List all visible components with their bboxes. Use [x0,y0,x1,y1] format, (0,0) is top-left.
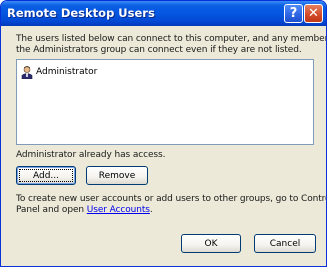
intro-text-line-2: the Administrators group can connect eve… [16,45,302,55]
user-listbox[interactable]: Administrator [16,59,314,145]
remote-desktop-users-dialog: Remote Desktop Users ? ✕ The users liste… [0,0,327,267]
window-title: Remote Desktop Users [7,6,155,20]
access-note: Administrator already has access. [16,150,166,160]
close-icon: ✕ [308,6,319,21]
footer-text-prefix: Panel and open [16,205,87,215]
footer-text-line-2: Panel and open User Accounts. [16,205,153,216]
title-bar[interactable]: Remote Desktop Users ? ✕ [1,1,326,26]
user-accounts-link[interactable]: User Accounts [87,205,150,215]
list-item-label: Administrator [36,67,98,77]
help-button[interactable]: ? [284,4,303,23]
list-item[interactable]: Administrator [20,64,97,80]
remove-button[interactable]: Remove [86,166,148,185]
cancel-button[interactable]: Cancel [254,234,316,253]
help-icon: ? [289,6,298,21]
footer-text-line-1: To create new user accounts or add users… [16,194,327,204]
close-button[interactable]: ✕ [304,4,323,23]
add-button[interactable]: Add... [16,166,76,185]
user-icon [20,65,34,79]
intro-text-line-1: The users listed below can connect to th… [16,34,327,44]
ok-button[interactable]: OK [181,234,241,253]
footer-text-suffix: . [149,205,153,215]
